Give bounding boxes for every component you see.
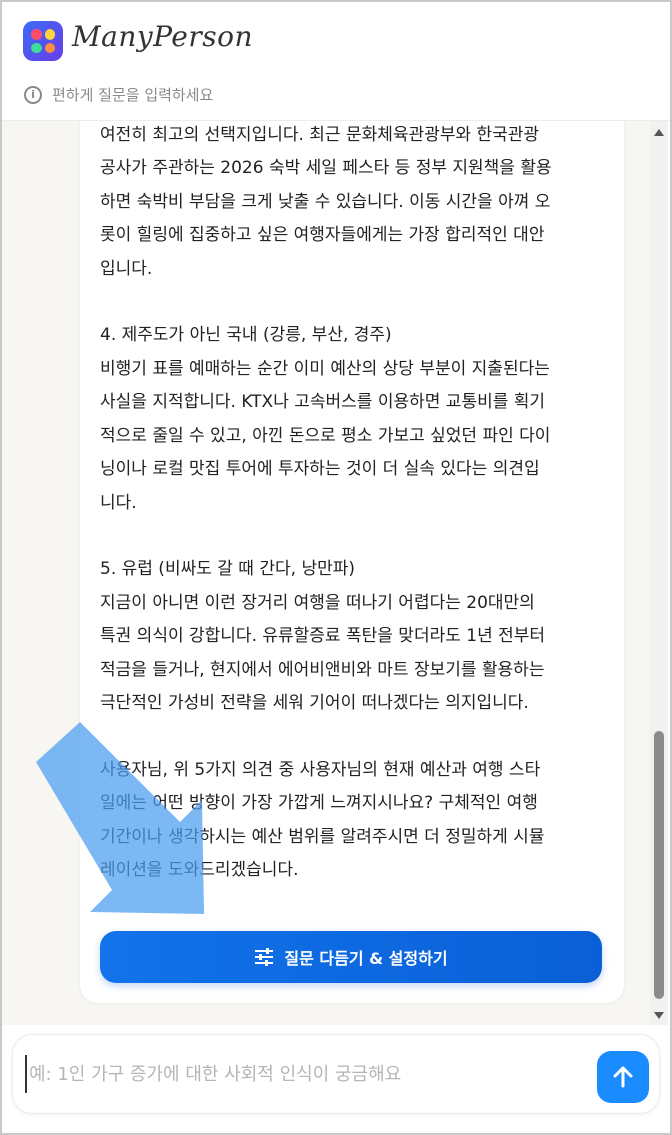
scroll-thumb[interactable] [654, 731, 664, 999]
message-line: 레이션을 도와드리겠습니다. [100, 860, 299, 880]
message-line: 지금이 아니면 이런 장거리 여행을 떠나기 어렵다는 20대만의 [100, 592, 535, 613]
message-line: 비행기 표를 예매하는 순간 이미 예산의 상당 부분이 지출된다는 [100, 358, 550, 379]
sliders-icon [255, 948, 274, 966]
message-line: 하면 숙박비 부담을 크게 낮출 수 있습니다. 이동 시간을 아껴 오 [100, 191, 551, 212]
message-line: 기간이나 생각하시는 예산 범위를 알려주시면 더 정밀하게 시뮬 [100, 826, 545, 847]
assistant-message-card: 해외여행의 유류할증료와 환전 수수료가 부담스러운 이들에게여전히 최고의 선… [80, 121, 624, 1003]
message-line: 4. 제주도가 아닌 국내 (강릉, 부산, 경주) [100, 325, 392, 345]
message-line: 적으로 줄일 수 있고, 아낀 돈으로 평소 가보고 싶었던 파인 다이 [100, 425, 551, 446]
input-notice: i 편하게 질문을 입력하세요 [24, 84, 213, 105]
message-line: 입니다. [100, 258, 153, 279]
message-line: 사용자님, 위 5가지 의견 중 사용자님의 현재 예산과 여행 스타 [100, 759, 541, 780]
logo-dot-4 [44, 42, 55, 53]
message-line: 일에는 어떤 방향이 가장 가깝게 느껴지시나요? 구체적인 여행 [100, 793, 538, 813]
message-line: 사실을 지적합니다. KTX나 고속버스를 이용하면 교통비를 획기 [100, 392, 546, 412]
scroll-up-arrow-icon[interactable] [654, 129, 664, 136]
message-line: 특권 의식이 강합니다. 유류할증료 폭탄을 맞더라도 1년 전부터 [100, 626, 546, 646]
scroll-down-arrow-icon[interactable] [654, 1012, 664, 1019]
logo-dot-3 [31, 42, 42, 53]
message-line: 공사가 주관하는 2026 숙박 세일 페스타 등 정부 지원책을 활용 [100, 158, 552, 178]
chat-input-bar [12, 1034, 660, 1114]
logo-dot-1 [31, 29, 42, 40]
app-header: ManyPerson i 편하게 질문을 입력하세요 [2, 2, 670, 121]
info-icon: i [24, 85, 42, 104]
refine-question-label: 질문 다듬기 & 설정하기 [284, 949, 448, 968]
app-logo-icon [23, 21, 63, 61]
message-line: 롯이 힐링에 집중하고 싶은 여행자들에게는 가장 합리적인 대안 [100, 225, 545, 245]
message-line: 적금을 들거나, 현지에서 에어비앤비와 마트 장보기를 활용하는 [100, 659, 545, 680]
brand-name[interactable]: ManyPerson [72, 20, 253, 53]
arrow-up-icon [613, 1066, 633, 1088]
refine-question-button[interactable]: 질문 다듬기 & 설정하기 [100, 931, 602, 983]
chat-area[interactable]: 해외여행의 유류할증료와 환전 수수료가 부담스러운 이들에게여전히 최고의 선… [2, 121, 650, 1025]
assistant-message-text: 해외여행의 유류할증료와 환전 수수료가 부담스러운 이들에게여전히 최고의 선… [100, 121, 610, 888]
logo-dot-2 [44, 29, 55, 40]
message-line: 닝이나 로컬 맛집 투어에 투자하는 것이 더 실속 있다는 의견입 [100, 459, 540, 479]
send-button[interactable] [597, 1051, 649, 1103]
notice-text: 편하게 질문을 입력하세요 [52, 86, 214, 104]
message-line: 5. 유럽 (비싸도 갈 때 간다, 낭만파) [100, 559, 355, 579]
message-line: 극단적인 가성비 전략을 세워 기어이 떠나겠다는 의지입니다. [100, 693, 529, 713]
message-line: 여전히 최고의 선택지입니다. 최근 문화체육관광부와 한국관광 [100, 124, 540, 145]
chat-scrollbar[interactable] [650, 121, 668, 1025]
message-line: 니다. [100, 492, 137, 513]
chat-input[interactable] [25, 1055, 591, 1093]
